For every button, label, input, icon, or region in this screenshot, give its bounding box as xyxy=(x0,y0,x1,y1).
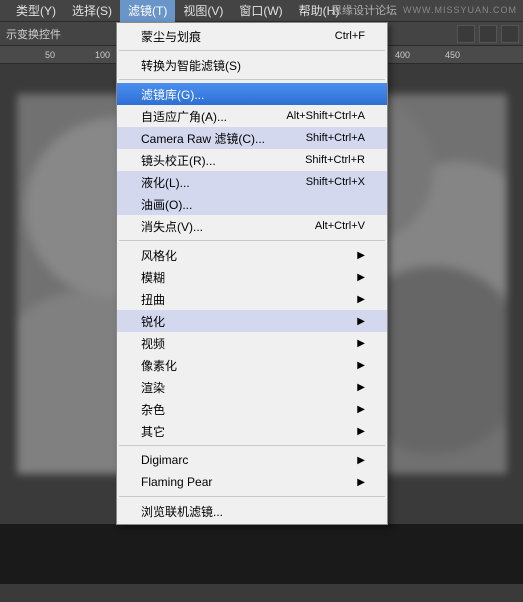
menu-separator xyxy=(119,240,385,241)
menu-item-label: 浏览联机滤镜... xyxy=(141,503,223,520)
menu-item-label: 蒙尘与划痕 xyxy=(141,28,201,45)
menu-item[interactable]: 其它 ▶ xyxy=(117,420,387,442)
chevron-right-icon: ▶ xyxy=(357,477,365,488)
menu-item-label: Camera Raw 滤镜(C)... xyxy=(141,130,265,147)
menu-item-shortcut: Alt+Shift+Ctrl+A xyxy=(286,110,365,122)
menu-item-label: Flaming Pear xyxy=(141,475,212,489)
watermark: 思缘设计论坛 WWW.MISSYUAN.COM xyxy=(331,2,517,18)
show-transform-controls-label: 示变换控件 xyxy=(6,26,61,42)
ruler-tick: 450 xyxy=(445,50,460,60)
menu-item[interactable]: 转换为智能滤镜(S) xyxy=(117,54,387,76)
menu-item-label: 自适应广角(A)... xyxy=(141,108,227,125)
menu-separator xyxy=(119,79,385,80)
menu-item-shortcut: Alt+Ctrl+V xyxy=(315,220,365,232)
menu-item-label: 风格化 xyxy=(141,247,177,264)
menu-item-label: 滤镜库(G)... xyxy=(141,86,204,103)
align-icon[interactable] xyxy=(457,25,475,43)
ruler-tick: 400 xyxy=(395,50,410,60)
chevron-right-icon: ▶ xyxy=(357,250,365,261)
menu-item-label: 其它 xyxy=(141,423,165,440)
menu-item[interactable]: Camera Raw 滤镜(C)... Shift+Ctrl+A xyxy=(117,127,387,149)
chevron-right-icon: ▶ xyxy=(357,404,365,415)
menu-separator xyxy=(119,496,385,497)
menu-item-label: 杂色 xyxy=(141,401,165,418)
menu-item-label: 油画(O)... xyxy=(141,196,192,213)
menubar-item[interactable]: 滤镜(T) xyxy=(120,0,175,22)
menu-separator xyxy=(119,50,385,51)
menu-item-label: 液化(L)... xyxy=(141,174,190,191)
watermark-url: WWW.MISSYUAN.COM xyxy=(403,5,517,15)
ruler-tick: 100 xyxy=(95,50,110,60)
chevron-right-icon: ▶ xyxy=(357,272,365,283)
menu-item-label: 视频 xyxy=(141,335,165,352)
menu-item-shortcut: Shift+Ctrl+A xyxy=(306,132,365,144)
menu-item-label: 渲染 xyxy=(141,379,165,396)
menu-item-shortcut: Ctrl+F xyxy=(335,30,365,42)
chevron-right-icon: ▶ xyxy=(357,338,365,349)
menu-item[interactable]: 蒙尘与划痕 Ctrl+F xyxy=(117,25,387,47)
align-icon[interactable] xyxy=(501,25,519,43)
menu-item[interactable]: 扭曲 ▶ xyxy=(117,288,387,310)
menubar-item[interactable]: 类型(Y) xyxy=(8,0,64,22)
ruler-tick: 50 xyxy=(45,50,55,60)
menu-item-label: Digimarc xyxy=(141,453,188,467)
toolbar-align-group xyxy=(457,25,523,43)
menu-item-label: 转换为智能滤镜(S) xyxy=(141,57,241,74)
menu-item[interactable]: 滤镜库(G)... xyxy=(117,83,387,105)
menu-item-shortcut: Shift+Ctrl+X xyxy=(306,176,365,188)
menu-item[interactable]: 消失点(V)... Alt+Ctrl+V xyxy=(117,215,387,237)
menu-item-label: 锐化 xyxy=(141,313,165,330)
menu-item[interactable]: 油画(O)... xyxy=(117,193,387,215)
chevron-right-icon: ▶ xyxy=(357,294,365,305)
menu-item-label: 扭曲 xyxy=(141,291,165,308)
pasteboard xyxy=(0,524,523,584)
menu-item[interactable]: Flaming Pear ▶ xyxy=(117,471,387,493)
menubar-item[interactable]: 选择(S) xyxy=(64,0,120,22)
menu-item-label: 消失点(V)... xyxy=(141,218,203,235)
menu-item[interactable]: 风格化 ▶ xyxy=(117,244,387,266)
menu-item[interactable]: 镜头校正(R)... Shift+Ctrl+R xyxy=(117,149,387,171)
menu-item[interactable]: 杂色 ▶ xyxy=(117,398,387,420)
menu-item[interactable]: 像素化 ▶ xyxy=(117,354,387,376)
align-icon[interactable] xyxy=(479,25,497,43)
chevron-right-icon: ▶ xyxy=(357,360,365,371)
menu-item-shortcut: Shift+Ctrl+R xyxy=(305,154,365,166)
menubar-item[interactable]: 视图(V) xyxy=(175,0,231,22)
menu-item[interactable]: 自适应广角(A)... Alt+Shift+Ctrl+A xyxy=(117,105,387,127)
menu-item[interactable]: 浏览联机滤镜... xyxy=(117,500,387,522)
menu-item[interactable]: 模糊 ▶ xyxy=(117,266,387,288)
watermark-text: 思缘设计论坛 xyxy=(331,2,397,18)
menu-item[interactable]: Digimarc ▶ xyxy=(117,449,387,471)
chevron-right-icon: ▶ xyxy=(357,455,365,466)
chevron-right-icon: ▶ xyxy=(357,426,365,437)
chevron-right-icon: ▶ xyxy=(357,316,365,327)
filter-menu-dropdown: 蒙尘与划痕 Ctrl+F 转换为智能滤镜(S) 滤镜库(G)... 自适应广角(A)..… xyxy=(116,22,388,525)
chevron-right-icon: ▶ xyxy=(357,382,365,393)
menu-item[interactable]: 渲染 ▶ xyxy=(117,376,387,398)
menu-item-label: 像素化 xyxy=(141,357,177,374)
menu-item[interactable]: 视频 ▶ xyxy=(117,332,387,354)
menu-item-label: 模糊 xyxy=(141,269,165,286)
menubar-item[interactable]: 窗口(W) xyxy=(231,0,290,22)
menu-item[interactable]: 锐化 ▶ xyxy=(117,310,387,332)
menu-separator xyxy=(119,445,385,446)
menu-item[interactable]: 液化(L)... Shift+Ctrl+X xyxy=(117,171,387,193)
menu-item-label: 镜头校正(R)... xyxy=(141,152,216,169)
